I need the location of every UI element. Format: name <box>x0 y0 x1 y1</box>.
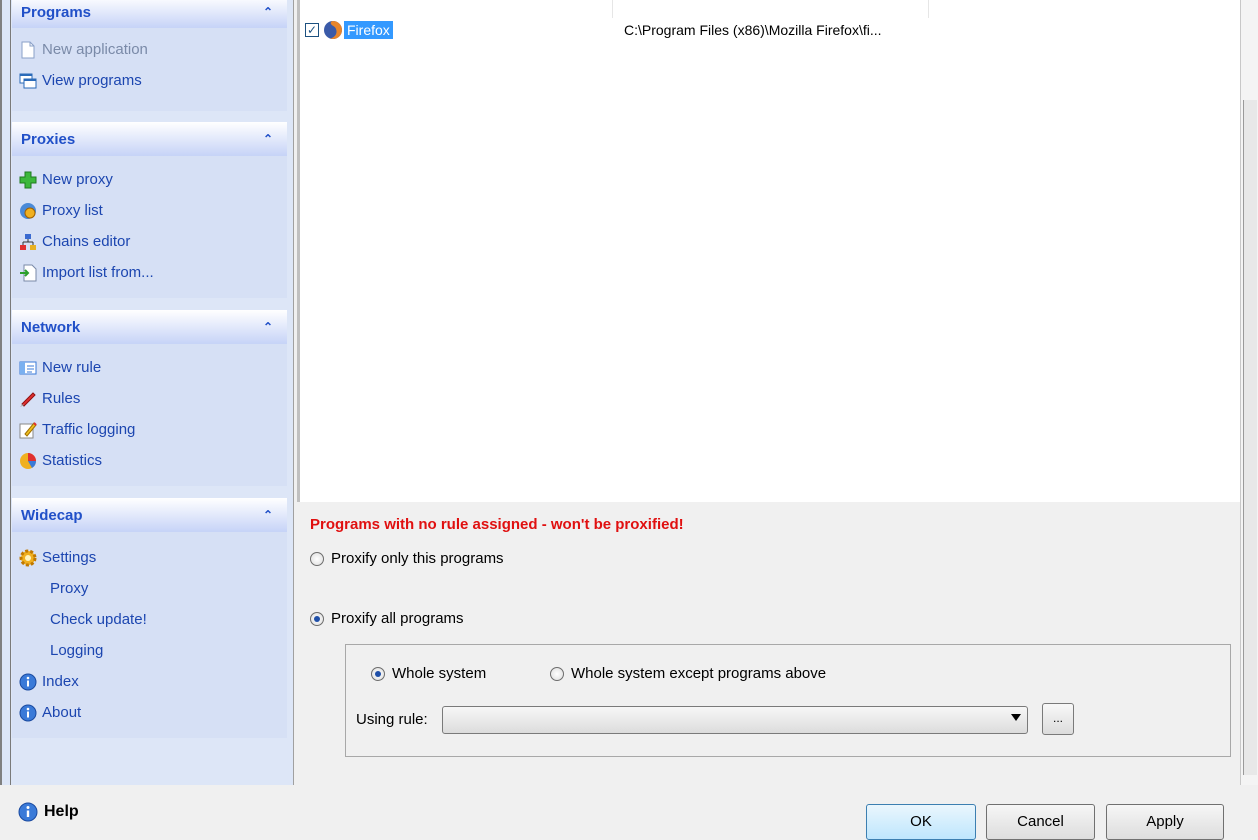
sidebar-item-new-proxy[interactable]: New proxy <box>18 164 287 195</box>
panel-programs: Programs ⌃ New application View programs <box>12 0 287 111</box>
radio-whole-system-except[interactable]: Whole system except programs above <box>550 665 826 682</box>
radio-label: Whole system except programs above <box>571 665 827 682</box>
panel-title: Proxies <box>21 130 76 148</box>
sidebar-item-traffic-logging[interactable]: Traffic logging <box>18 414 287 445</box>
globe-icon <box>18 201 38 221</box>
info-icon <box>18 703 38 723</box>
sidebar-item-label: New proxy <box>42 171 113 188</box>
warning-text: Programs with no rule assigned - won't b… <box>310 516 684 533</box>
dropdown-arrow-icon[interactable] <box>1011 714 1021 721</box>
table-row[interactable]: ✓ Firefox <box>305 20 393 40</box>
radio-proxify-only[interactable]: Proxify only this programs <box>310 550 504 567</box>
cancel-button[interactable]: Cancel <box>986 804 1095 840</box>
panel-network: Network ⌃ New rule Rules Traffic logging… <box>12 310 287 486</box>
sidebar-item-label: Chains editor <box>42 233 131 250</box>
sidebar-item-label: Index <box>42 673 79 690</box>
sidebar-item-label: View programs <box>42 72 142 89</box>
pie-chart-icon <box>18 451 38 471</box>
radio-button[interactable] <box>550 666 564 681</box>
proxify-all-group: Whole system Whole system except program… <box>345 644 1231 757</box>
panel-proxies: Proxies ⌃ New proxy Proxy list Chains ed… <box>12 122 287 298</box>
sidebar-item-check-update[interactable]: Check update! <box>18 604 287 635</box>
gear-icon <box>18 548 38 568</box>
panel-header-widecap[interactable]: Widecap ⌃ <box>12 498 287 532</box>
using-rule-label: Using rule: <box>356 711 428 728</box>
program-list[interactable]: ✓ Firefox C:\Program Files (x86)\Mozilla… <box>297 0 1240 502</box>
vertical-scrollbar[interactable] <box>1240 0 1258 785</box>
proxify-settings: Programs with no rule assigned - won't b… <box>300 502 1240 785</box>
help-link[interactable]: Help <box>18 802 79 822</box>
sidebar-item-proxy[interactable]: Proxy <box>18 573 287 604</box>
program-checkbox[interactable]: ✓ <box>305 23 319 37</box>
apply-button[interactable]: Apply <box>1106 804 1224 840</box>
sidebar-item-proxy-list[interactable]: Proxy list <box>18 195 287 226</box>
sidebar-item-label: About <box>42 704 82 721</box>
radio-proxify-all[interactable]: Proxify all programs <box>310 610 464 627</box>
panel-widecap: Widecap ⌃ Settings Proxy Check update! L… <box>12 498 287 738</box>
sidebar-item-import-list[interactable]: Import list from... <box>18 257 287 288</box>
column-separator <box>928 0 929 18</box>
bottom-bar: Help OK Cancel Apply <box>0 785 1258 840</box>
radio-whole-system[interactable]: Whole system <box>371 665 486 682</box>
firefox-icon <box>323 20 343 40</box>
sidebar: Programs ⌃ New application View programs… <box>0 0 294 785</box>
rule-icon <box>18 358 38 378</box>
sidebar-item-view-programs[interactable]: View programs <box>18 65 287 96</box>
network-icon <box>18 232 38 252</box>
sidebar-item-label: Proxy <box>50 580 89 597</box>
panel-header-network[interactable]: Network ⌃ <box>12 310 287 344</box>
rocket-icon <box>18 389 38 409</box>
help-icon <box>18 802 38 822</box>
radio-label: Proxify only this programs <box>331 550 504 567</box>
sidebar-item-label: New application <box>42 41 148 58</box>
radio-label: Proxify all programs <box>331 610 464 627</box>
collapse-chevron-icon[interactable]: ⌃ <box>263 320 273 334</box>
collapse-chevron-icon[interactable]: ⌃ <box>263 132 273 146</box>
sidebar-item-logging[interactable]: Logging <box>18 635 287 666</box>
column-separator <box>612 0 613 18</box>
panel-title: Network <box>21 318 81 336</box>
radio-button[interactable] <box>310 551 324 566</box>
panel-title: Widecap <box>21 506 83 524</box>
radio-label: Whole system <box>392 665 487 682</box>
panel-header-programs[interactable]: Programs ⌃ <box>12 0 287 28</box>
scrollbar-track[interactable] <box>1243 100 1257 775</box>
sidebar-item-chains-editor[interactable]: Chains editor <box>18 226 287 257</box>
sidebar-item-label: Traffic logging <box>42 421 136 438</box>
info-icon <box>18 672 38 692</box>
radio-button[interactable] <box>310 611 324 626</box>
sidebar-item-statistics[interactable]: Statistics <box>18 445 287 476</box>
sidebar-item-about[interactable]: About <box>18 697 287 728</box>
panel-title: Programs <box>21 3 92 21</box>
sidebar-item-label: Settings <box>42 549 97 566</box>
using-rule-select[interactable] <box>442 706 1028 734</box>
plus-icon <box>18 170 38 190</box>
sidebar-item-rules[interactable]: Rules <box>18 383 287 414</box>
sidebar-item-new-rule[interactable]: New rule <box>18 352 287 383</box>
program-path: C:\Program Files (x86)\Mozilla Firefox\f… <box>624 22 882 38</box>
browse-rule-button[interactable]: ... <box>1042 703 1074 735</box>
ok-button[interactable]: OK <box>866 804 976 840</box>
import-icon <box>18 263 38 283</box>
sidebar-item-label: Check update! <box>50 611 147 628</box>
panel-header-proxies[interactable]: Proxies ⌃ <box>12 122 287 156</box>
radio-button[interactable] <box>371 666 385 681</box>
pencil-icon <box>18 420 38 440</box>
sidebar-item-settings[interactable]: Settings <box>18 542 287 573</box>
sidebar-border <box>10 0 11 785</box>
sidebar-item-label: Logging <box>50 642 104 659</box>
sidebar-item-label: Statistics <box>42 452 103 469</box>
sidebar-item-index[interactable]: Index <box>18 666 287 697</box>
help-label: Help <box>44 803 79 820</box>
sidebar-item-new-application[interactable]: New application <box>18 34 287 65</box>
program-name[interactable]: Firefox <box>344 21 393 39</box>
sidebar-item-label: New rule <box>42 359 102 376</box>
collapse-chevron-icon[interactable]: ⌃ <box>263 508 273 522</box>
windows-icon <box>18 71 38 91</box>
sidebar-item-label: Proxy list <box>42 202 103 219</box>
sidebar-item-label: Import list from... <box>42 264 154 281</box>
collapse-chevron-icon[interactable]: ⌃ <box>263 5 273 19</box>
sidebar-item-label: Rules <box>42 390 81 407</box>
document-icon <box>18 40 38 60</box>
